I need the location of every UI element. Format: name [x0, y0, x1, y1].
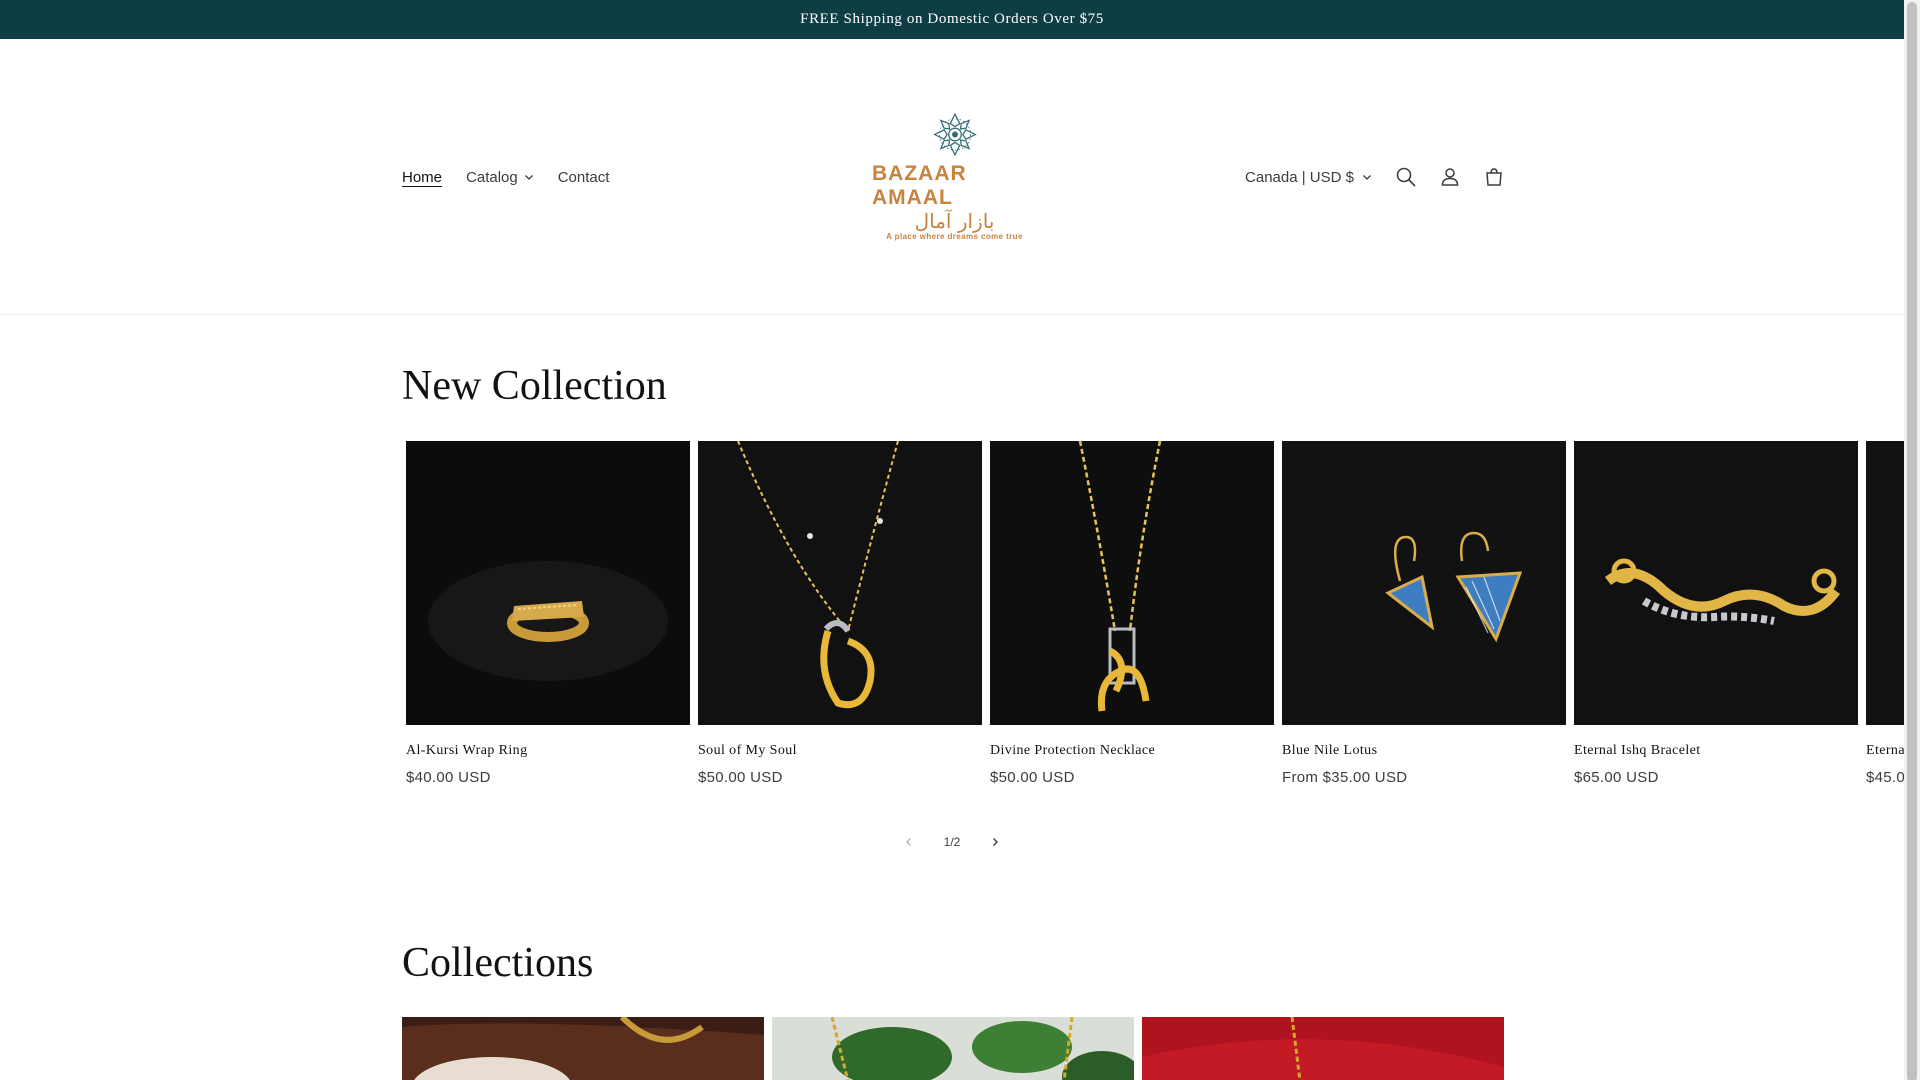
product-image	[1282, 441, 1566, 725]
product-price: $45.0	[1866, 769, 1904, 786]
product-price: From $35.00 USD	[1282, 769, 1408, 786]
product-image	[698, 441, 982, 725]
product-name[interactable]: Al-Kursi Wrap Ring	[406, 743, 690, 759]
collections-grid	[402, 1017, 1504, 1080]
country-currency-selector[interactable]: Canada | USD $	[1245, 169, 1372, 186]
collection-card[interactable]	[772, 1017, 1134, 1080]
logo-tagline: A place where dreams come true	[886, 232, 1023, 241]
search-icon[interactable]	[1394, 165, 1418, 189]
chevron-down-icon	[1363, 175, 1371, 180]
product-price: $50.00 USD	[698, 769, 783, 786]
collection-card[interactable]	[1142, 1017, 1504, 1080]
collection-card[interactable]	[402, 1017, 764, 1080]
scrollbar-thumb[interactable]	[1907, 2, 1917, 1080]
product-name[interactable]: Eternal	[1866, 743, 1904, 759]
header-actions: Canada | USD $	[1245, 39, 1506, 315]
product-card[interactable]: Divine Protection Necklace $50.00 USD	[990, 441, 1274, 801]
product-card[interactable]: Al-Kursi Wrap Ring $40.00 USD	[406, 441, 690, 801]
product-name[interactable]: Divine Protection Necklace	[990, 743, 1274, 759]
announcement-text: FREE Shipping on Domestic Orders Over $7…	[800, 11, 1104, 27]
collections-title: Collections	[402, 940, 594, 986]
product-price: $65.00 USD	[1574, 769, 1659, 786]
product-price: $50.00 USD	[990, 769, 1075, 786]
cart-icon[interactable]	[1482, 165, 1506, 189]
chevron-down-icon	[524, 175, 533, 180]
product-image	[990, 441, 1274, 725]
product-name[interactable]: Blue Nile Lotus	[1282, 743, 1566, 759]
chevron-right-icon	[993, 838, 998, 846]
product-card[interactable]: Eternal Ishq Bracelet $65.00 USD	[1574, 441, 1858, 801]
logo-arabic-name: بازار آمال	[914, 209, 995, 233]
main-nav: Home Catalog Contact	[402, 39, 609, 315]
country-currency-label: Canada | USD $	[1245, 168, 1354, 186]
nav-home-link[interactable]: Home	[402, 169, 442, 186]
new-collection-title: New Collection	[402, 363, 667, 409]
store-logo[interactable]: BAZAAR AMAAL بازار آمال A place where dr…	[872, 111, 1037, 241]
product-price: $40.00 USD	[406, 769, 491, 786]
product-card[interactable]: Eternal $45.0	[1866, 441, 1904, 801]
previous-slide-button[interactable]	[900, 833, 918, 851]
chevron-left-icon	[906, 838, 911, 846]
carousel-pagination: 1/2	[900, 828, 1004, 856]
product-name[interactable]: Eternal Ishq Bracelet	[1574, 743, 1858, 759]
product-name[interactable]: Soul of My Soul	[698, 743, 982, 759]
nav-contact-link[interactable]: Contact	[558, 169, 610, 186]
product-carousel: Al-Kursi Wrap Ring $40.00 USD Soul of My…	[406, 441, 1904, 801]
nav-catalog-label: Catalog	[466, 168, 518, 186]
logo-brand-name: BAZAAR AMAAL	[872, 162, 967, 209]
mandala-logo-icon	[932, 112, 977, 157]
product-image	[1574, 441, 1858, 725]
announcement-bar: FREE Shipping on Domestic Orders Over $7…	[0, 0, 1904, 39]
nav-catalog-dropdown[interactable]: Catalog	[466, 169, 534, 186]
slide-counter: 1/2	[943, 835, 961, 849]
product-card[interactable]: Soul of My Soul $50.00 USD	[698, 441, 982, 801]
product-card[interactable]: Blue Nile Lotus From $35.00 USD	[1282, 441, 1566, 801]
product-image	[406, 441, 690, 725]
account-icon[interactable]	[1438, 165, 1462, 189]
product-image	[1866, 441, 1904, 725]
page-scrollbar[interactable]	[1904, 0, 1920, 1080]
next-slide-button[interactable]	[986, 833, 1004, 851]
site-header: Home Catalog Contact BAZAAR AMAAL بازار …	[0, 39, 1904, 315]
